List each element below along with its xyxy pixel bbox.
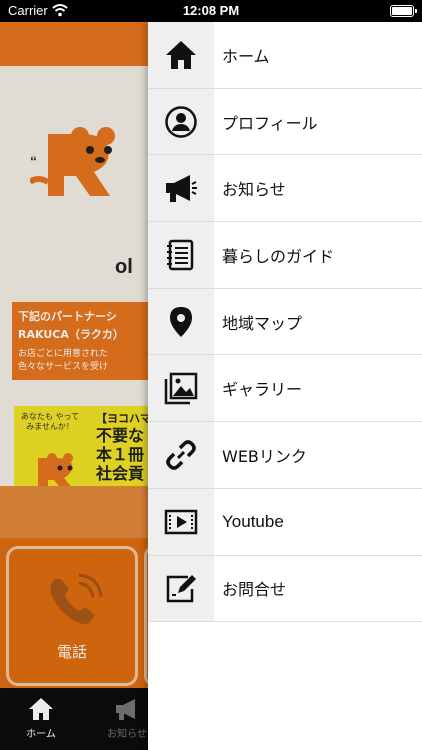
side-menu: ホーム プロフィール お知らせ 暮らしのガイド 地域マップ ギャラリー WEBリ… (148, 22, 422, 750)
menu-item-label: お問合せ (222, 580, 287, 600)
video-icon (164, 509, 198, 534)
menu-item-profile[interactable]: プロフィール (148, 88, 422, 156)
menu-item-label: 地域マップ (222, 313, 303, 333)
menu-item-label: お知らせ (222, 180, 286, 200)
background-app: “ ol 下記のパートナーシ RAKUCA（ラクカ） お店ごとに用意された 色々… (0, 22, 148, 750)
menu-item-gallery[interactable]: ギャラリー (148, 355, 422, 423)
menu-item-label: プロフィール (222, 113, 318, 133)
link-icon (166, 440, 196, 470)
menu-item-contact[interactable]: お問合せ (148, 555, 422, 623)
menu-item-area-map[interactable]: 地域マップ (148, 288, 422, 356)
menu-item-news[interactable]: お知らせ (148, 155, 422, 223)
gallery-icon (164, 373, 198, 405)
menu-item-living-guide[interactable]: 暮らしのガイド (148, 222, 422, 289)
home-icon (166, 40, 196, 69)
menu-item-youtube[interactable]: Youtube (148, 488, 422, 556)
menu-item-web-link[interactable]: WEBリンク (148, 422, 422, 489)
megaphone-icon (166, 175, 197, 203)
contact-form-icon (166, 575, 196, 603)
menu-item-label: ホーム (222, 46, 270, 66)
menu-item-label: 暮らしのガイド (222, 246, 335, 266)
clock: 12:08 PM (182, 3, 240, 18)
profile-icon (165, 105, 197, 138)
menu-item-home[interactable]: ホーム (148, 22, 422, 89)
status-bar: Carrier 12:08 PM (0, 0, 422, 22)
battery-icon (390, 5, 417, 17)
notebook-icon (167, 239, 194, 271)
drawer-overlay[interactable] (0, 22, 148, 750)
map-pin-icon (170, 306, 192, 337)
menu-item-label: Youtube (222, 511, 284, 531)
menu-item-label: ギャラリー (222, 380, 303, 400)
menu-item-label: WEBリンク (222, 446, 307, 466)
